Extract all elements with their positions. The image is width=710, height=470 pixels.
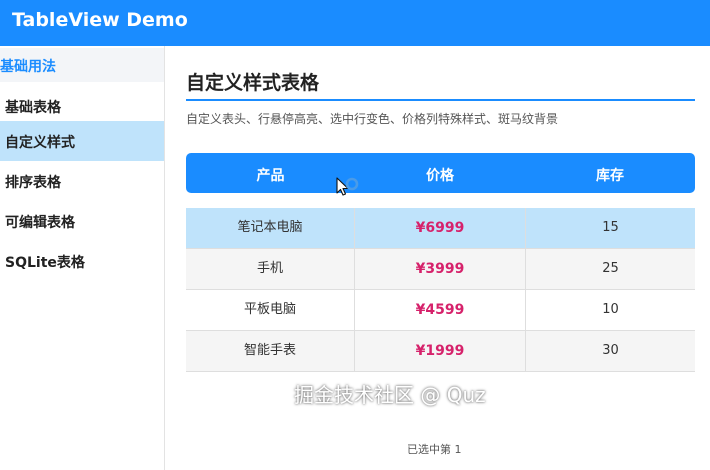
- table-header: 产品 价格 库存: [186, 153, 695, 193]
- sidebar-item-label: 可编辑表格: [5, 215, 75, 231]
- sidebar: 基础用法 基础表格 自定义样式 排序表格 可编辑表格 SQLite表格: [0, 46, 165, 470]
- page-description: 自定义表头、行悬停高亮、选中行变色、价格列特殊样式、斑马纹背景: [186, 112, 559, 126]
- sidebar-item-basic-table[interactable]: 基础表格: [0, 86, 164, 126]
- mouse-pointer-icon: [336, 177, 359, 196]
- table-row[interactable]: 手机 ¥3999 25: [186, 249, 695, 290]
- sidebar-item-sortable-table[interactable]: 排序表格: [0, 161, 164, 201]
- table-row[interactable]: 智能手表 ¥1999 30: [186, 331, 695, 372]
- sidebar-section-header: 基础用法: [0, 48, 164, 82]
- sidebar-item-label: 基础表格: [5, 100, 61, 116]
- price-cell[interactable]: ¥3999: [355, 249, 526, 289]
- sidebar-item-label: 排序表格: [5, 175, 61, 191]
- sidebar-item-label: SQLite表格: [5, 255, 85, 271]
- selection-status: 已选中第 1: [407, 443, 462, 456]
- product-cell[interactable]: 笔记本电脑: [186, 208, 355, 248]
- loading-ring-icon: [345, 177, 359, 191]
- column-header-product[interactable]: 产品: [186, 165, 355, 185]
- title-underline: [186, 99, 695, 101]
- product-cell[interactable]: 平板电脑: [186, 290, 355, 330]
- sidebar-item-custom-style[interactable]: 自定义样式: [0, 121, 164, 161]
- price-cell[interactable]: ¥6999: [355, 208, 526, 248]
- table-row[interactable]: 笔记本电脑 ¥6999 15: [186, 208, 695, 249]
- stock-cell[interactable]: 30: [526, 331, 695, 371]
- stock-cell[interactable]: 25: [526, 249, 695, 289]
- title-bar: TableView Demo: [0, 0, 710, 46]
- sidebar-item-sqlite-table[interactable]: SQLite表格: [0, 241, 164, 281]
- product-cell[interactable]: 手机: [186, 249, 355, 289]
- sidebar-item-label: 自定义样式: [5, 135, 75, 151]
- product-cell[interactable]: 智能手表: [186, 331, 355, 371]
- app-title: TableView Demo: [12, 9, 188, 31]
- watermark: 掘金技术社区 @ Quz: [294, 383, 486, 407]
- table-row[interactable]: 平板电脑 ¥4599 10: [186, 290, 695, 331]
- sidebar-section-label: 基础用法: [0, 59, 56, 75]
- column-header-price[interactable]: 价格: [355, 165, 525, 185]
- price-cell[interactable]: ¥4599: [355, 290, 526, 330]
- sidebar-item-editable-table[interactable]: 可编辑表格: [0, 201, 164, 241]
- stock-cell[interactable]: 10: [526, 290, 695, 330]
- page-title: 自定义样式表格: [186, 72, 320, 94]
- price-cell[interactable]: ¥1999: [355, 331, 526, 371]
- stock-cell[interactable]: 15: [526, 208, 695, 248]
- column-header-stock[interactable]: 库存: [525, 165, 695, 185]
